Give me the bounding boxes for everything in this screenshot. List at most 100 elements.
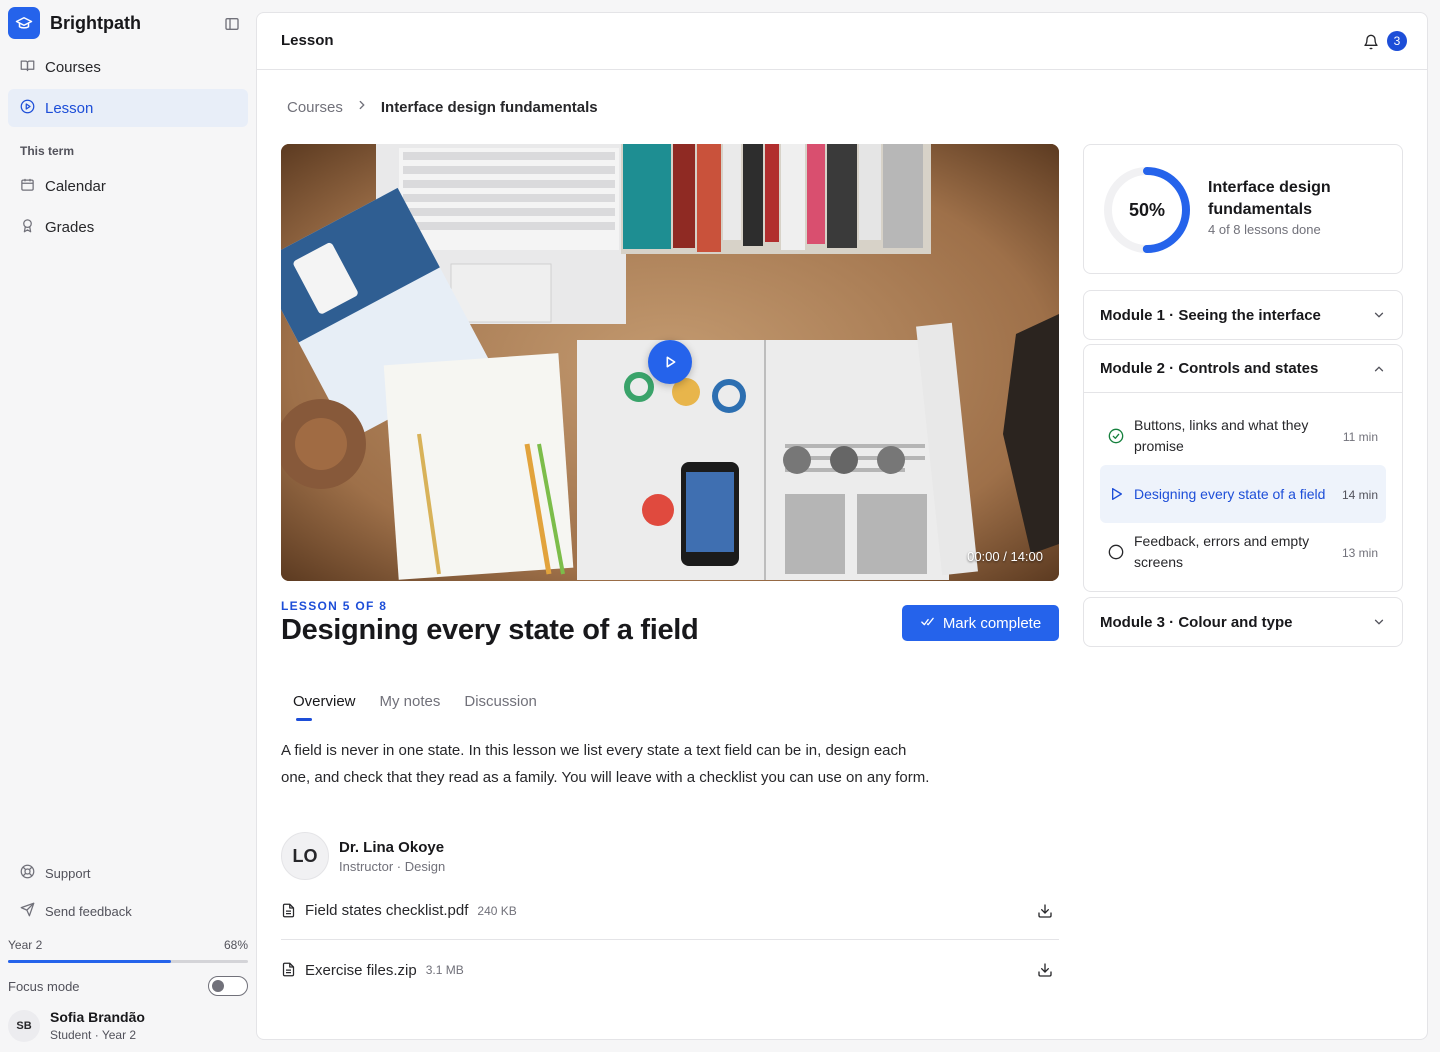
lesson-counter: LESSON 5 OF 8: [281, 599, 388, 613]
play-icon: [1108, 486, 1124, 508]
chevron-right-icon: [355, 98, 369, 116]
instructor-avatar: LO: [281, 832, 329, 880]
brand-name: Brightpath: [50, 12, 141, 33]
breadcrumb-courses[interactable]: Courses: [287, 99, 343, 116]
award-icon: [20, 218, 35, 237]
video-time: 00:00 / 14:00: [967, 549, 1043, 564]
lesson-item[interactable]: Buttons, links and what they promise 11 …: [1100, 407, 1386, 465]
sidebar-item-label: Calendar: [45, 177, 106, 195]
send-feedback-link[interactable]: Send feedback: [8, 896, 248, 926]
overview-text: A field is never in one state. In this l…: [281, 742, 930, 786]
lesson-title: Designing every state of a field: [281, 614, 699, 646]
mark-complete-button[interactable]: Mark complete: [902, 605, 1059, 641]
course-progress-subtitle: 4 of 8 lessons done: [1208, 222, 1321, 237]
chevron-up-icon: [1372, 362, 1386, 380]
module-header[interactable]: Module 3 · Colour and type: [1084, 598, 1402, 646]
module-3: Module 3 · Colour and type: [1083, 597, 1403, 647]
chevron-down-icon: [1372, 308, 1386, 326]
file-name: Field states checklist.pdf: [305, 902, 469, 919]
lesson-duration: 14 min: [1341, 488, 1378, 502]
instructor-name: Dr. Lina Okoye: [339, 839, 445, 856]
play-icon: [666, 356, 676, 368]
tab-my-notes[interactable]: My notes: [368, 693, 453, 723]
sidebar-item-label: Lesson: [45, 99, 94, 117]
calendar-icon: [20, 177, 35, 196]
send-icon: [20, 902, 35, 920]
check-icon: [920, 614, 935, 633]
file-name: Exercise files.zip: [305, 961, 417, 979]
year-percent: 68%: [223, 938, 248, 952]
page-title: Lesson: [281, 32, 334, 49]
sidebar-toggle-icon[interactable]: [224, 16, 240, 32]
book-icon: [20, 58, 35, 77]
lesson-item-title: Feedback, errors and empty screens: [1134, 533, 1310, 570]
progress-percent: 50%: [1128, 199, 1166, 220]
send-feedback-label: Send feedback: [45, 903, 132, 919]
tab-discussion[interactable]: Discussion: [452, 693, 549, 723]
breadcrumb-current: Interface design fundamentals: [380, 98, 598, 116]
brand[interactable]: Brightpath: [8, 7, 141, 39]
file-row[interactable]: Exercise files.zip 3.1 MB: [281, 941, 1059, 999]
notification-badge[interactable]: 3: [1387, 31, 1407, 51]
sidebar-section-title: This term: [20, 144, 75, 158]
file-row[interactable]: Field states checklist.pdf 240 KB: [281, 882, 1059, 940]
user-role: Student · Year 2: [50, 1028, 137, 1042]
avatar[interactable]: SB: [8, 1010, 40, 1042]
file-icon: [281, 903, 297, 919]
sidebar-item-courses[interactable]: Courses: [8, 48, 248, 86]
sidebar-item-calendar[interactable]: Calendar: [8, 167, 248, 205]
module-lessons: Buttons, links and what they promise 11 …: [1084, 393, 1402, 595]
module-title: Module 1 · Seeing the interface: [1100, 306, 1321, 324]
module-title: Module 2 · Controls and states: [1100, 360, 1319, 377]
lesson-item-title: Buttons, links and what they promise: [1134, 417, 1309, 454]
main-panel: Lesson 3 Courses Interface design fundam…: [256, 12, 1428, 1040]
file-size: 240 KB: [477, 903, 517, 918]
active-tab-indicator: [296, 718, 312, 721]
year-label: Year 2: [8, 938, 43, 952]
support-link[interactable]: Support: [8, 858, 248, 888]
breadcrumb: Courses Interface design fundamentals: [287, 98, 598, 116]
sidebar-item-label: Grades: [45, 218, 95, 236]
circle-icon: [1108, 544, 1124, 566]
file-icon: [281, 962, 297, 978]
lesson-duration: 11 min: [1342, 430, 1378, 444]
sidebar-item-grades[interactable]: Grades: [8, 208, 248, 246]
lesson-item-title: Designing every state of a field: [1134, 485, 1326, 502]
year-progress: Year 2 68%: [8, 938, 248, 952]
module-1: Module 1 · Seeing the interface: [1083, 290, 1403, 340]
top-bar: Lesson 3: [257, 13, 1427, 70]
support-label: Support: [45, 865, 91, 881]
lifebuoy-icon: [20, 864, 35, 882]
focus-mode-label: Focus mode: [8, 979, 80, 994]
module-header[interactable]: Module 2 · Controls and states: [1084, 345, 1402, 393]
instructor-role: Instructor · Design: [339, 859, 446, 874]
video-player[interactable]: 00:00 / 14:00: [281, 144, 1059, 581]
bell-icon[interactable]: [1363, 34, 1379, 55]
graduation-cap-icon: [8, 7, 40, 39]
tab-overview[interactable]: Overview: [281, 693, 368, 723]
module-title: Module 3 · Colour and type: [1100, 613, 1293, 631]
user-name: Sofia Brandão: [50, 1009, 145, 1025]
sidebar-item-label: Courses: [45, 58, 101, 76]
check-circle-icon: [1108, 428, 1124, 450]
chevron-down-icon: [1372, 615, 1386, 633]
lesson-item[interactable]: Feedback, errors and empty screens 13 mi…: [1100, 523, 1386, 581]
mark-complete-label: Mark complete: [942, 614, 1042, 632]
lesson-duration: 13 min: [1341, 546, 1378, 560]
download-icon[interactable]: [1037, 962, 1053, 983]
play-button[interactable]: [648, 340, 692, 384]
year-progress-bar: [8, 960, 248, 963]
toggle-knob: [212, 980, 224, 992]
year-progress-fill: [8, 960, 172, 963]
module-2: Module 2 · Controls and states Buttons, …: [1083, 344, 1403, 592]
module-header[interactable]: Module 1 · Seeing the interface: [1084, 291, 1402, 339]
course-progress-card: 50% Interface design fundamentals 4 of 8…: [1083, 144, 1403, 274]
lesson-tabs: Overview My notes Discussion: [281, 693, 549, 723]
play-circle-icon: [20, 99, 35, 118]
lesson-item-current[interactable]: Designing every state of a field 14 min: [1100, 465, 1386, 523]
sidebar-item-lesson[interactable]: Lesson: [8, 89, 248, 127]
focus-mode-toggle[interactable]: [208, 976, 248, 996]
file-size: 3.1 MB: [425, 963, 464, 977]
course-title: Interface design fundamentals: [1208, 179, 1331, 218]
download-icon[interactable]: [1037, 903, 1053, 924]
